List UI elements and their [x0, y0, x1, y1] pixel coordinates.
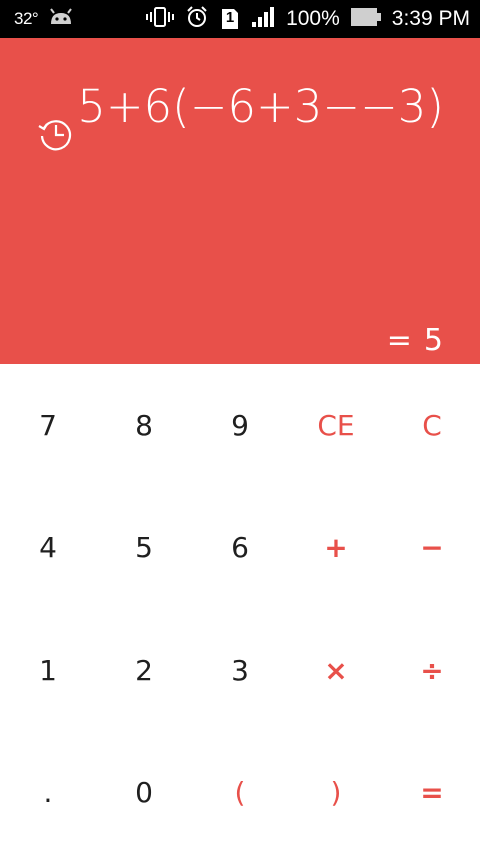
result-display: = 5	[387, 323, 443, 358]
key-9[interactable]: 9	[192, 364, 288, 487]
clear-entry-button[interactable]: CE	[288, 364, 384, 487]
multiply-button[interactable]: ×	[288, 609, 384, 732]
android-icon	[48, 7, 74, 31]
key-8[interactable]: 8	[96, 364, 192, 487]
key-4[interactable]: 4	[0, 487, 96, 610]
key-2[interactable]: 2	[96, 609, 192, 732]
keypad: 7 8 9 CE C 4 5 6 + − 1 2 3 × ÷ . 0 ( ) =	[0, 364, 480, 854]
open-paren-button[interactable]: (	[192, 732, 288, 854]
divide-button[interactable]: ÷	[384, 609, 480, 732]
temperature-readout: 32°	[14, 9, 39, 28]
clear-button[interactable]: C	[384, 364, 480, 487]
close-paren-button[interactable]: )	[288, 732, 384, 854]
key-3[interactable]: 3	[192, 609, 288, 732]
key-0[interactable]: 0	[96, 732, 192, 854]
status-bar-left: 32°	[14, 7, 74, 31]
battery-icon	[350, 7, 381, 31]
sim-icon: 1	[220, 7, 240, 31]
battery-percent: 100%	[286, 7, 340, 30]
expression-display: 5+6(−6+3−−3)	[77, 80, 444, 133]
equals-button[interactable]: =	[384, 732, 480, 854]
key-6[interactable]: 6	[192, 487, 288, 610]
sim-slot-number: 1	[225, 9, 235, 26]
key-1[interactable]: 1	[0, 609, 96, 732]
result-equals-sign: =	[386, 323, 412, 358]
key-5[interactable]: 5	[96, 487, 192, 610]
key-7[interactable]: 7	[0, 364, 96, 487]
calculator-display: 5+6(−6+3−−3) = 5	[0, 38, 480, 364]
result-value: 5	[423, 323, 443, 358]
alarm-icon	[185, 5, 209, 34]
status-bar-right: 1 100% 3:39 PM	[146, 5, 470, 34]
history-icon[interactable]	[36, 114, 76, 154]
vibrate-icon	[146, 6, 175, 33]
minus-button[interactable]: −	[384, 487, 480, 610]
clock: 3:39 PM	[391, 7, 470, 30]
decimal-button[interactable]: .	[0, 732, 96, 854]
status-bar: 32° 1 100% 3:39 PM	[0, 0, 480, 38]
plus-button[interactable]: +	[288, 487, 384, 610]
signal-icon	[251, 6, 275, 33]
